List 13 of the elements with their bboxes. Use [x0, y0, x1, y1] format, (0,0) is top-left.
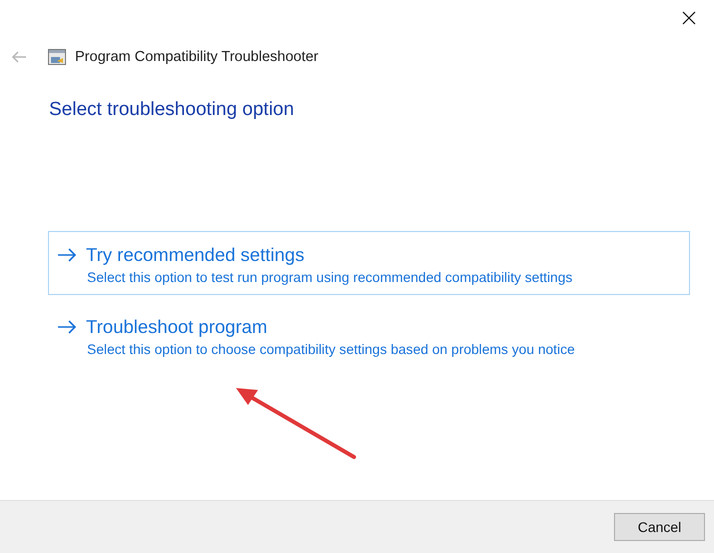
option-title: Try recommended settings — [86, 244, 304, 266]
option-description: Select this option to choose compatibility settings based on problems you notice — [87, 342, 576, 357]
option-link[interactable]: Try recommended settings Select this option to test run program using recommended compatibility settings — [48, 231, 690, 295]
cancel-button[interactable]: Cancel — [614, 513, 705, 541]
close-icon[interactable] — [682, 11, 696, 25]
window-title: Program Compatibility Troubleshooter — [75, 49, 318, 65]
arrow-icon — [57, 248, 77, 262]
arrow-icon — [57, 320, 77, 334]
program-window-icon — [48, 49, 66, 65]
page-heading: Select troubleshooting option — [49, 99, 296, 121]
option-title: Troubleshoot program — [86, 316, 268, 338]
option-link[interactable]: Troubleshoot program Select this option to choose compatibility settings based on problems you notice — [48, 303, 690, 367]
option-description: Select this option to test run program using recommended compatibility settings — [87, 270, 574, 285]
